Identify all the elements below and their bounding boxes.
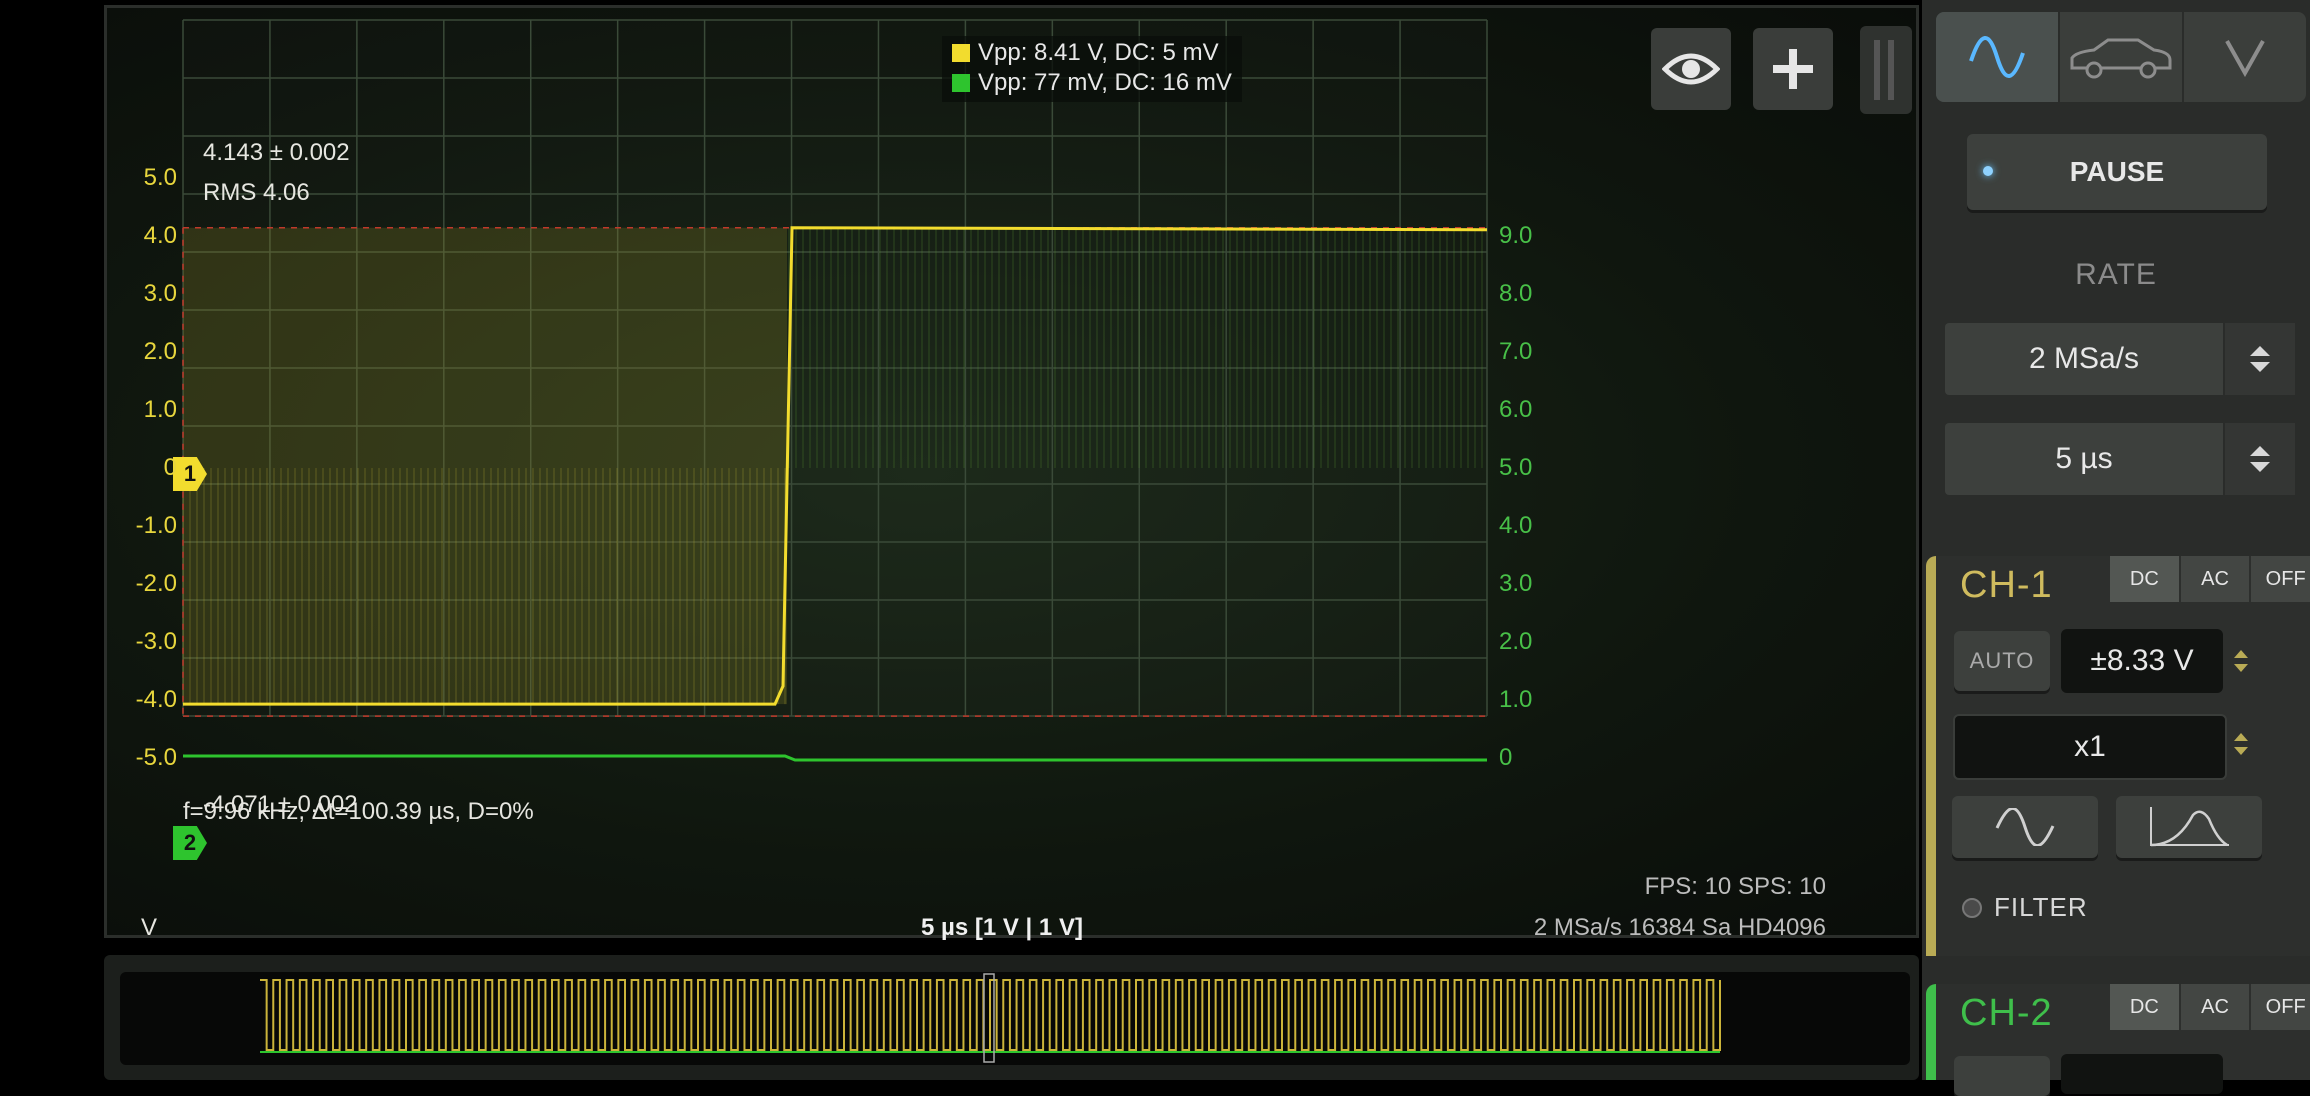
voltmeter-mode-tab[interactable] bbox=[2184, 12, 2306, 102]
run-indicator bbox=[1983, 166, 1993, 176]
y-tick-right: 0 bbox=[1499, 744, 1513, 771]
pause-button[interactable]: PAUSE bbox=[1967, 134, 2267, 210]
spectrum-icon bbox=[2150, 807, 2229, 847]
y-tick-right: 4.0 bbox=[1499, 512, 1533, 539]
y-tick-right: 2.0 bbox=[1499, 628, 1533, 655]
timebase-updown-icon[interactable] bbox=[2223, 423, 2295, 495]
automotive-mode-tab[interactable] bbox=[2060, 12, 2184, 102]
ch2-auto-button[interactable] bbox=[1954, 1056, 2050, 1096]
car-icon bbox=[2070, 38, 2172, 79]
y-tick-right: 1.0 bbox=[1499, 686, 1533, 713]
legend-ch2-text: Vpp: 77 mV, DC: 16 mV bbox=[978, 69, 1232, 96]
timebase-value: 5 µs bbox=[2055, 442, 2113, 475]
ch1-range-value: ±8.33 V bbox=[2090, 644, 2194, 677]
mode-selector bbox=[1936, 12, 2306, 102]
rate-label: RATE bbox=[2075, 258, 2157, 291]
ch1-panel: CH-1 DC AC OFF AUTO ±8.33 V x1 FILTER bbox=[1926, 556, 2310, 956]
high-level-readout: 4.143 ± 0.002 bbox=[203, 139, 350, 166]
y-tick-left: 3.0 bbox=[143, 280, 177, 307]
ch1-filter-toggle[interactable]: FILTER bbox=[1962, 892, 2088, 923]
plus-icon bbox=[1773, 49, 1813, 89]
ch2-off-button[interactable]: OFF bbox=[2249, 984, 2310, 1030]
sine-icon bbox=[1995, 808, 2055, 846]
panel-drag-handle[interactable] bbox=[1860, 26, 1912, 114]
scope-mode-tab[interactable] bbox=[1936, 12, 2060, 102]
frequency-readout: f=9.96 kHz, Δt=100.39 µs, D=0% bbox=[183, 798, 534, 825]
ch2-coupling: DC AC OFF bbox=[2108, 984, 2310, 1030]
ch1-ac-filter-button[interactable] bbox=[1952, 796, 2098, 858]
y-tick-right: 8.0 bbox=[1499, 280, 1533, 307]
ch1-auto-button[interactable]: AUTO bbox=[1954, 631, 2050, 691]
overview-ch1-trace bbox=[260, 979, 1721, 1051]
y-tick-left: -2.0 bbox=[135, 570, 177, 597]
filter-label: FILTER bbox=[1994, 892, 2088, 922]
legend-ch2: Vpp: 77 mV, DC: 16 mV bbox=[952, 68, 1232, 98]
waveform-overview[interactable] bbox=[104, 955, 1919, 1080]
ch1-dc-button[interactable]: DC bbox=[2108, 556, 2179, 602]
ch1-swatch bbox=[952, 44, 970, 62]
ch1-marker-label: 1 bbox=[183, 461, 197, 486]
oscilloscope-app: Vpp: 8.41 V, DC: 5 mV Vpp: 77 mV, DC: 16… bbox=[0, 0, 2310, 1096]
y-tick-left: 2.0 bbox=[143, 338, 177, 365]
overview-track[interactable] bbox=[120, 972, 1910, 1065]
rms-readout: RMS 4.06 bbox=[203, 179, 310, 206]
y-tick-left: 1.0 bbox=[143, 396, 177, 423]
ch2-title: CH-2 bbox=[1960, 992, 2053, 1034]
ch2-ac-button[interactable]: AC bbox=[2178, 984, 2250, 1030]
ch1-probe-updown-icon[interactable] bbox=[2228, 714, 2254, 774]
timebase-spinner[interactable]: 5 µs bbox=[1945, 423, 2295, 495]
y-tick-right: 3.0 bbox=[1499, 570, 1533, 597]
y-tick-left: 5.0 bbox=[143, 164, 177, 191]
legend-ch1: Vpp: 8.41 V, DC: 5 mV bbox=[952, 38, 1232, 68]
ch1-spectrum-button[interactable] bbox=[2116, 796, 2262, 858]
eye-icon bbox=[1662, 53, 1720, 85]
scope-display[interactable]: Vpp: 8.41 V, DC: 5 mV Vpp: 77 mV, DC: 16… bbox=[104, 5, 1919, 941]
ch1-ac-button[interactable]: AC bbox=[2178, 556, 2250, 602]
y-tick-left: 0 bbox=[163, 454, 177, 481]
fps-readout: FPS: 10 SPS: 10 bbox=[1644, 873, 1826, 900]
ch1-coupling: DC AC OFF bbox=[2108, 556, 2310, 602]
ch1-range-field[interactable]: ±8.33 V bbox=[2061, 629, 2223, 693]
y-tick-left: -1.0 bbox=[135, 512, 177, 539]
acquisition-readout: 2 MSa/s 16384 Sa HD4096 bbox=[1533, 914, 1826, 941]
rate-updown-icon[interactable] bbox=[2223, 323, 2295, 395]
ch1-probe-field[interactable]: x1 bbox=[1953, 714, 2227, 780]
ch2-marker-label: 2 bbox=[183, 830, 197, 855]
measurement-legend: Vpp: 8.41 V, DC: 5 mV Vpp: 77 mV, DC: 16… bbox=[942, 36, 1242, 102]
legend-ch1-text: Vpp: 8.41 V, DC: 5 mV bbox=[978, 39, 1219, 66]
y-tick-right: 7.0 bbox=[1499, 338, 1533, 365]
ch2-panel: CH-2 DC AC OFF bbox=[1926, 984, 2310, 1096]
ch2-swatch bbox=[952, 74, 970, 92]
waveform-plot[interactable] bbox=[107, 8, 1916, 935]
overview-wave bbox=[260, 973, 1721, 1063]
y-tick-left: 4.0 bbox=[143, 222, 177, 249]
ch2-trace bbox=[183, 754, 1487, 762]
ch2-range-field[interactable] bbox=[2061, 1054, 2223, 1094]
rate-spinner[interactable]: 2 MSa/s bbox=[1945, 323, 2295, 395]
ch1-auto-label: AUTO bbox=[1969, 648, 2035, 673]
timebase-readout: 5 µs [1 V | 1 V] bbox=[921, 914, 1083, 941]
y-tick-right: 6.0 bbox=[1499, 396, 1533, 423]
y-tick-right: 9.0 bbox=[1499, 222, 1533, 249]
ch1-off-button[interactable]: OFF bbox=[2249, 556, 2310, 602]
unit-label: V bbox=[141, 914, 158, 941]
filter-indicator bbox=[1962, 897, 1982, 918]
y-tick-right: 5.0 bbox=[1499, 454, 1533, 481]
voltmeter-icon bbox=[2225, 40, 2265, 77]
add-button[interactable] bbox=[1753, 28, 1833, 110]
y-tick-left: -4.0 bbox=[135, 686, 177, 713]
y-tick-left: -3.0 bbox=[135, 628, 177, 655]
ch1-title: CH-1 bbox=[1960, 564, 2053, 606]
rate-value: 2 MSa/s bbox=[2028, 342, 2140, 375]
ch1-probe-value: x1 bbox=[2074, 730, 2106, 763]
ch1-range-updown-icon[interactable] bbox=[2228, 631, 2254, 691]
eye-button[interactable] bbox=[1651, 28, 1731, 110]
y-tick-left: -5.0 bbox=[135, 744, 177, 771]
ch2-dc-button[interactable]: DC bbox=[2108, 984, 2179, 1030]
wave-icon bbox=[1969, 36, 2025, 78]
pause-label: PAUSE bbox=[2069, 156, 2165, 187]
